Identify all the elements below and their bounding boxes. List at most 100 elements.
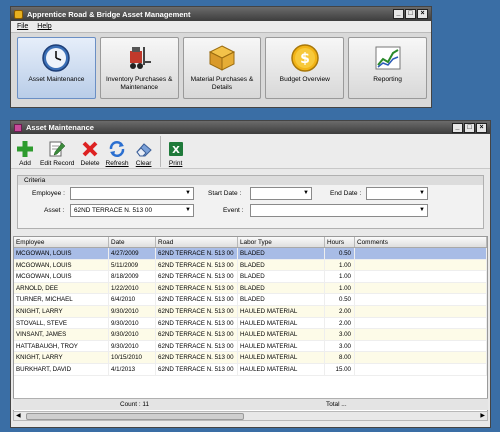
scroll-left-icon[interactable]: ◀ [16,412,21,420]
employee-select[interactable]: ▼ [70,187,194,200]
edit-icon [49,141,66,157]
cell-employee: KNIGHT, LARRY [14,352,109,363]
cell-employee: TURNER, MICHAEL [14,294,109,305]
table-row[interactable]: HATTABAUGH, TROY 9/30/2010 62ND TERRACE N.… [14,340,487,353]
delete-x-icon [82,141,98,157]
start-date-label: Start Date : [208,190,242,197]
asset-select[interactable]: 62ND TERRACE N. 513 00 ▼ [70,204,194,217]
main-window: Apprentice Road & Bridge Asset Managemen… [10,6,432,108]
print-label: Print [168,160,183,167]
child-maximize-button[interactable]: □ [464,122,475,133]
excel-icon: X [168,142,183,156]
child-close-button[interactable]: × [476,122,487,133]
cell-hours: 2.00 [325,305,355,317]
row-count: Count : 11 [119,401,149,408]
employee-label: Employee : [32,190,65,197]
line-chart-icon [375,46,401,70]
inventory-purchases-label: Inventory Purchases & Maintenance [106,76,173,91]
column-header-road[interactable]: Road [156,237,238,247]
grid-header: Employee Date Road Labor Type Hours Comm… [14,237,487,248]
cell-comments [355,282,487,294]
dollar-coin-icon: $ [291,44,319,72]
cell-labor-type: BLADED [238,282,325,294]
clear-button[interactable]: Clear [132,136,156,167]
cell-comments [355,259,487,271]
table-row[interactable]: BURKHART, DAVID 4/1/2013 62ND TERRACE N. 5… [14,363,487,376]
table-row[interactable]: TURNER, MICHAEL 6/4/2010 62ND TERRACE N. 5… [14,294,487,306]
event-label: Event : [223,207,244,214]
asset-label: Asset : [44,207,65,214]
start-date-picker[interactable]: ▼ [250,187,312,200]
asset-maintenance-window: Asset Maintenance _ □ × Add Edit Record [10,120,491,428]
cell-road: 62ND TERRACE N. 513 00 [156,340,238,352]
plus-icon [17,141,33,157]
cell-hours: 0.50 [325,294,355,305]
cell-labor-type: HAULED MATERIAL [238,352,325,363]
scrollbar-thumb[interactable] [26,413,244,420]
table-row[interactable]: VINSANT, JAMES 9/30/2010 62ND TERRACE N. 5… [14,329,487,341]
main-titlebar[interactable]: Apprentice Road & Bridge Asset Managemen… [11,7,431,21]
add-button[interactable]: Add [13,136,37,167]
clock-icon [42,44,71,72]
minimize-button[interactable]: _ [393,9,404,19]
grid-footer: Count : 11 Total ... [13,398,488,410]
asset-maintenance-button[interactable]: Asset Maintenance [17,37,96,99]
menu-file[interactable]: File [17,23,28,30]
material-purchases-label: Material Purchases & Details [190,76,254,91]
event-select[interactable]: ▼ [250,204,428,217]
forklift-icon [130,47,152,69]
cell-labor-type: BLADED [238,294,325,305]
cell-labor-type: HAULED MATERIAL [238,340,325,352]
child-minimize-button[interactable]: _ [452,122,463,133]
column-header-hours[interactable]: Hours [325,237,355,247]
menu-help[interactable]: Help [37,23,51,30]
edit-record-button[interactable]: Edit Record [37,136,77,167]
budget-overview-button[interactable]: $ Budget Overview [265,37,345,99]
boxes-icon [208,45,236,71]
table-row[interactable]: STOVALL, STEVE 9/30/2010 62ND TERRACE N. 5… [14,317,487,330]
cell-hours: 3.00 [325,329,355,340]
scroll-right-icon[interactable]: ▶ [480,412,485,420]
dropdown-arrow-icon: ▼ [419,207,425,213]
close-button[interactable]: × [417,9,428,19]
material-purchases-button[interactable]: Material Purchases & Details [182,37,262,99]
column-header-date[interactable]: Date [109,237,156,247]
reporting-label: Reporting [373,76,402,83]
end-date-picker[interactable]: ▼ [366,187,428,200]
cell-comments [355,248,487,259]
reporting-button[interactable]: Reporting [348,37,427,99]
dropdown-arrow-icon: ▼ [185,207,191,213]
end-date-label: End Date : [330,190,362,197]
maintenance-grid: Employee Date Road Labor Type Hours Comm… [13,236,488,412]
table-row[interactable]: ARNOLD, DEE 1/22/2010 62ND TERRACE N. 513 … [14,282,487,295]
budget-overview-label: Budget Overview [279,76,330,83]
inventory-purchases-button[interactable]: Inventory Purchases & Maintenance [99,37,179,99]
column-header-labor-type[interactable]: Labor Type [238,237,325,247]
table-row[interactable]: MCGOWAN, LOUIS 4/27/2009 62ND TERRACE N. 5… [14,248,487,260]
column-header-employee[interactable]: Employee [14,237,109,247]
horizontal-scrollbar[interactable]: ◀ ▶ [13,411,488,421]
table-row[interactable]: MCGOWAN, LOUIS 8/18/2009 62ND TERRACE N. 5… [14,271,487,283]
refresh-button[interactable]: Refresh [103,136,132,167]
delete-button[interactable]: Delete [77,136,102,167]
dropdown-arrow-icon: ▼ [419,190,425,196]
cell-comments [355,329,487,340]
cell-road: 62ND TERRACE N. 513 00 [156,271,238,282]
clear-label: Clear [135,160,152,167]
cell-labor-type: HAULED MATERIAL [238,317,325,329]
table-row[interactable]: KNIGHT, LARRY 9/30/2010 62ND TERRACE N. 51… [14,305,487,318]
cell-date: 6/4/2010 [109,294,156,305]
cell-hours: 1.00 [325,259,355,271]
maximize-button[interactable]: □ [405,9,416,19]
cell-comments [355,305,487,317]
print-button[interactable]: X Print [159,136,188,167]
column-header-comments[interactable]: Comments [355,237,487,247]
cell-labor-type: HAULED MATERIAL [238,305,325,317]
table-row[interactable]: KNIGHT, LARRY 10/15/2010 62ND TERRACE N. 5… [14,352,487,364]
cell-date: 9/30/2010 [109,329,156,340]
cell-road: 62ND TERRACE N. 513 00 [156,305,238,317]
add-label: Add [19,160,31,167]
table-row[interactable]: MCGOWAN, LOUIS 5/11/2009 62ND TERRACE N. 5… [14,259,487,272]
cell-comments [355,294,487,305]
child-titlebar[interactable]: Asset Maintenance _ □ × [11,121,490,134]
